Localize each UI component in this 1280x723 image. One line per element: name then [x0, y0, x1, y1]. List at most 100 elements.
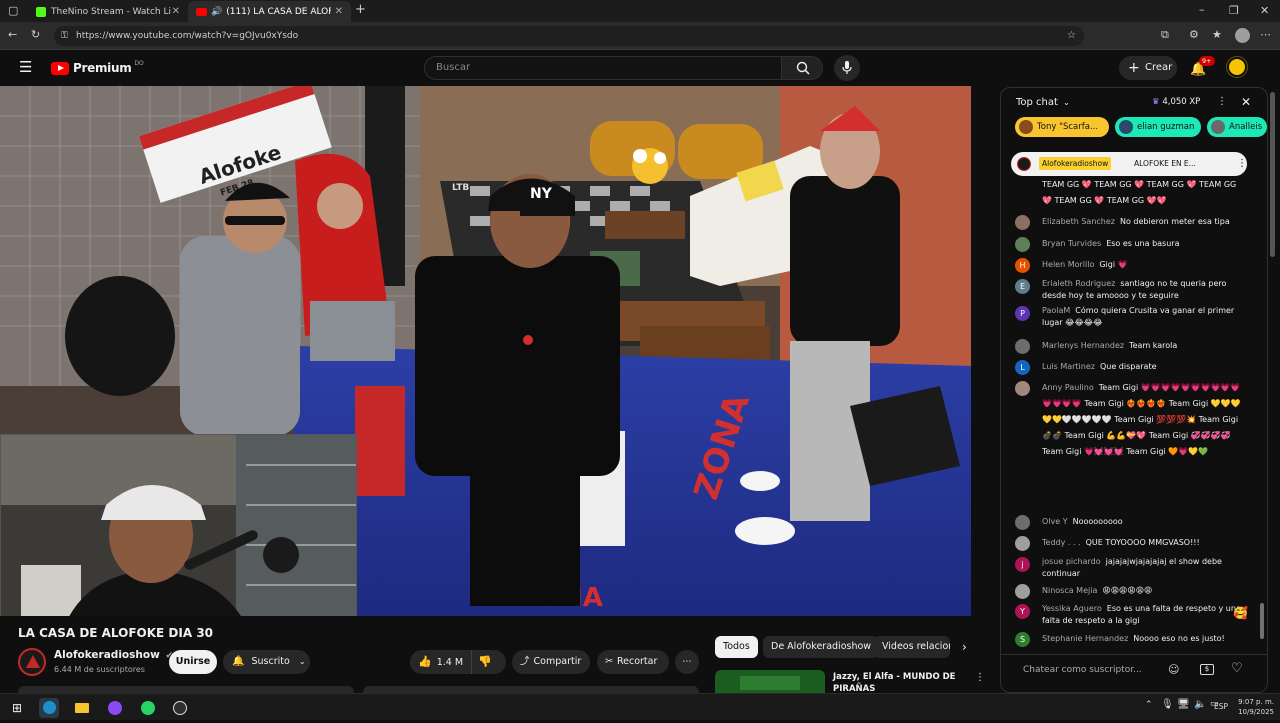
- close-tab-icon[interactable]: ✕: [335, 6, 343, 17]
- chat-message[interactable]: j josue pichardo jajajajwjajajajaj el show…: [1015, 556, 1245, 580]
- favorites-icon[interactable]: ★: [1212, 28, 1222, 42]
- message-text: Nooooooooo: [1072, 517, 1123, 526]
- tray-chevron-icon[interactable]: ⌃: [1145, 700, 1153, 710]
- plus-icon: +: [1128, 60, 1140, 76]
- avatar: [1015, 515, 1030, 530]
- donor-chip-1[interactable]: Tony "Scarfa...: [1015, 117, 1109, 137]
- window-menu-icon[interactable]: ▢: [8, 4, 18, 18]
- avatar: H: [1015, 258, 1030, 273]
- more-actions-button[interactable]: ⋯: [675, 650, 699, 674]
- donor-name: Analleis: [1229, 122, 1263, 132]
- messenger-icon[interactable]: [105, 698, 125, 718]
- chat-message[interactable]: L Luis Martinez Que disparate: [1015, 359, 1245, 375]
- speaker-icon[interactable]: 🔊: [211, 7, 222, 17]
- close-tab-icon[interactable]: ✕: [172, 6, 180, 17]
- rec-title[interactable]: Jazzy, El Alfa - MUNDO DE PIRAÑAS: [833, 671, 956, 695]
- channel-name[interactable]: Alofokeradioshow ✔: [54, 649, 173, 661]
- hamburger-menu-icon[interactable]: ☰: [19, 60, 32, 75]
- chat-message[interactable]: Y Yessika Aguero Eso es una falta de respe…: [1015, 603, 1245, 627]
- close-chat-icon[interactable]: ✕: [1241, 95, 1251, 109]
- minimize-icon[interactable]: –: [1199, 3, 1205, 17]
- message-text: Gigi: [1099, 260, 1116, 269]
- obs-icon[interactable]: [170, 698, 190, 718]
- message-text: Team Gigi: [1114, 415, 1154, 424]
- subscriber-count: 6.44 M de suscriptores: [54, 665, 145, 674]
- donor-name: elian guzman: [1137, 122, 1195, 132]
- refresh-icon[interactable]: ↻: [31, 28, 40, 42]
- tray-volume-icon[interactable]: 🔈: [1194, 699, 1206, 710]
- system-clock[interactable]: 9:07 p. m. 10/9/2025: [1232, 697, 1274, 717]
- join-button[interactable]: Unirse: [169, 650, 217, 674]
- file-explorer-icon[interactable]: [72, 698, 92, 718]
- windows-taskbar: ⊞ ⌃ 🎙 🖥 🔈 ▭ ESP 9:07 p. m. 10/9/2025: [0, 693, 1280, 720]
- dislike-button[interactable]: 👎: [478, 650, 492, 674]
- whatsapp-icon[interactable]: [138, 698, 158, 718]
- like-button[interactable]: 👍 1.4 M: [410, 650, 472, 674]
- windows-start-icon[interactable]: ⊞: [7, 698, 27, 718]
- notifications-button[interactable]: 🔔 9+: [1190, 56, 1215, 77]
- youtube-logo[interactable]: Premium DO: [51, 59, 144, 77]
- chip-related[interactable]: Videos relacion: [874, 636, 950, 658]
- share-label: Compartir: [533, 656, 582, 667]
- chevron-right-icon[interactable]: ›: [962, 640, 967, 654]
- chat-message[interactable]: E Erialeth Rodriguez santiago no te queria…: [1015, 278, 1245, 302]
- favorite-star-icon[interactable]: ☆: [1067, 26, 1076, 46]
- pinned-message[interactable]: Alofokeradioshow ALOFOKE EN E... ⋮: [1011, 152, 1247, 176]
- collections-icon[interactable]: ⚙: [1189, 28, 1199, 42]
- chat-message[interactable]: Olve Y Nooooooooo: [1015, 514, 1245, 530]
- chat-message[interactable]: H Helen Morillo Gigi 💗: [1015, 257, 1245, 273]
- back-icon[interactable]: ←: [8, 28, 17, 42]
- video-player[interactable]: Alofoke FEB 28 LTB ZONA ZONA: [0, 86, 971, 616]
- chat-message[interactable]: Elizabeth Sanchez No debieron meter esa t…: [1015, 214, 1245, 230]
- chip-all[interactable]: Todos: [715, 636, 758, 658]
- chat-message[interactable]: Anny Paulino Team Gigi 💗💗💗💗💗💗💗💗💗💗💗💗💗💗 Tea…: [1015, 380, 1245, 460]
- search-input[interactable]: Buscar: [424, 56, 782, 80]
- donor-chip-2[interactable]: elian guzman: [1115, 117, 1201, 137]
- rec-thumbnail[interactable]: [715, 670, 825, 693]
- chat-message[interactable]: S Stephanie Hernandez Noooo eso no es just…: [1015, 631, 1245, 647]
- message-text: Team Gigi: [1168, 399, 1209, 408]
- browser-tab-thenino[interactable]: TheNino Stream - Watch Live on ✕: [28, 1, 188, 22]
- site-info-icon[interactable]: ⚿: [61, 26, 68, 46]
- xp-badge[interactable]: ♛ 4,050 XP: [1152, 97, 1200, 107]
- profile-avatar[interactable]: [1235, 28, 1250, 43]
- chat-message[interactable]: Marlenys Hernandez Team karola: [1015, 338, 1245, 354]
- super-chat-icon[interactable]: $: [1200, 664, 1214, 675]
- donor-chip-3[interactable]: Analleis: [1207, 117, 1267, 137]
- page-scrollbar[interactable]: [1270, 92, 1275, 257]
- clip-button[interactable]: ✂ Recortar: [597, 650, 669, 674]
- tray-network-icon[interactable]: 🖥: [1177, 699, 1190, 710]
- chip-from-channel[interactable]: De Alofokeradioshow: [763, 636, 880, 658]
- chat-message[interactable]: P PaolaM Cómo quiera Crusita va ganar el p…: [1015, 305, 1245, 329]
- extensions-icon[interactable]: ⧉: [1161, 28, 1169, 42]
- new-tab-icon[interactable]: +: [355, 3, 366, 17]
- emoji-icon[interactable]: ☺: [1168, 663, 1179, 676]
- rec-more-icon[interactable]: ⋮: [975, 672, 985, 683]
- tray-mic-icon[interactable]: 🎙: [1161, 699, 1174, 710]
- close-window-icon[interactable]: ✕: [1260, 4, 1269, 18]
- pinned-text: ALOFOKE EN E...: [1134, 159, 1196, 168]
- chat-message[interactable]: Bryan Turvides Eso es una basura: [1015, 236, 1245, 252]
- create-button[interactable]: + Crear: [1119, 56, 1177, 80]
- edge-icon[interactable]: [39, 698, 59, 718]
- heart-reaction-icon[interactable]: ♡: [1231, 661, 1243, 676]
- keyboard-language[interactable]: ESP: [1212, 702, 1228, 711]
- chat-more-icon[interactable]: ⋮: [1217, 96, 1227, 107]
- voice-search-button[interactable]: [834, 55, 860, 81]
- browser-tab-youtube[interactable]: 🔊 (111) LA CASA DE ALOFOKE ✕: [188, 1, 351, 22]
- account-avatar[interactable]: [1227, 57, 1247, 77]
- restore-icon[interactable]: ❐: [1229, 4, 1239, 18]
- crown-icon: ♛: [1152, 97, 1160, 107]
- chat-message[interactable]: Teddy . . . QUE TOYOOOO MMGVASO!!!: [1015, 535, 1245, 551]
- subscribed-button[interactable]: 🔔 Suscrito ⌄: [223, 650, 310, 674]
- url-input[interactable]: ⚿ https://www.youtube.com/watch?v=gOJvu0…: [54, 26, 1084, 46]
- share-button[interactable]: ⤴ Compartir: [512, 650, 590, 674]
- chat-message[interactable]: Ninosca Mejia 😩😩😩😩😩😩: [1015, 583, 1245, 599]
- chat-scrollbar[interactable]: [1260, 603, 1264, 639]
- chat-input[interactable]: Chatear como suscriptor...: [1023, 665, 1163, 675]
- channel-avatar[interactable]: [18, 648, 46, 676]
- search-button[interactable]: [781, 56, 823, 80]
- pinned-more-icon[interactable]: ⋮: [1237, 152, 1247, 176]
- more-menu-icon[interactable]: ⋯: [1260, 28, 1271, 42]
- chat-mode-selector[interactable]: Top chat ⌄: [1016, 97, 1070, 108]
